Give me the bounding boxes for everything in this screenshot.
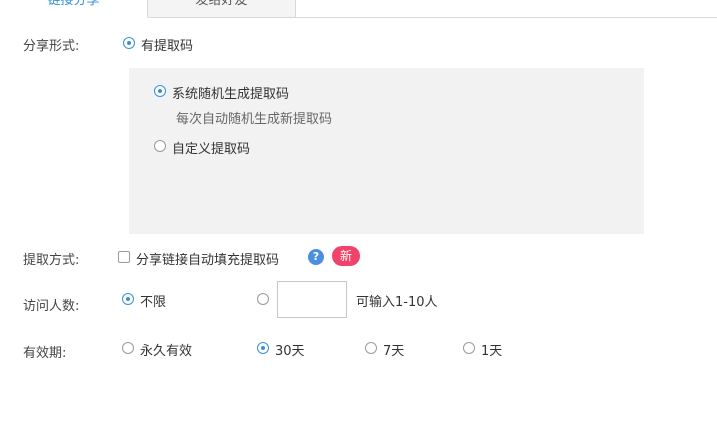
random-code-radio[interactable] (154, 85, 166, 97)
limited-visitors-radio[interactable] (257, 293, 269, 305)
share-with-code-label[interactable]: 有提取码 (141, 35, 193, 54)
validity-permanent-label[interactable]: 永久有效 (140, 340, 192, 359)
unlimited-visitors-radio[interactable] (122, 293, 134, 305)
unlimited-visitors-label[interactable]: 不限 (140, 291, 166, 310)
autofill-code-label[interactable]: 分享链接自动填充提取码 (136, 249, 279, 268)
random-code-hint: 每次自动随机生成新提取码 (176, 112, 333, 127)
tab-label: 发给好友 (195, 0, 248, 8)
tab-bar: 链接分享 发给好友 (0, 0, 717, 18)
validity-7-days-label[interactable]: 7天 (383, 340, 404, 359)
validity-1-day-radio[interactable] (463, 342, 475, 354)
tab-link-share[interactable]: 链接分享 (0, 0, 148, 18)
validity-permanent-radio[interactable] (122, 342, 134, 354)
autofill-code-checkbox[interactable] (118, 251, 130, 263)
visitor-count-input[interactable] (277, 281, 347, 318)
validity-30-days-radio[interactable] (257, 342, 269, 354)
validity-1-day-label[interactable]: 1天 (481, 340, 502, 359)
validity-label: 有效期: (23, 346, 67, 361)
question-icon[interactable]: ? (308, 249, 324, 265)
new-badge: 新 (332, 246, 360, 266)
share-with-code-radio[interactable] (123, 37, 135, 49)
validity-30-days-label[interactable]: 30天 (275, 340, 305, 359)
tab-label: 链接分享 (47, 0, 100, 8)
custom-code-label[interactable]: 自定义提取码 (172, 138, 250, 157)
validity-7-days-radio[interactable] (365, 342, 377, 354)
visitor-count-hint: 可输入1-10人 (356, 295, 438, 310)
custom-code-radio[interactable] (154, 140, 166, 152)
random-code-label[interactable]: 系统随机生成提取码 (172, 83, 289, 102)
visitors-label: 访问人数: (23, 299, 80, 314)
tab-send-to-friends[interactable]: 发给好友 (148, 0, 296, 17)
share-form-label: 分享形式: (23, 39, 80, 54)
extract-method-label: 提取方式: (23, 253, 80, 268)
